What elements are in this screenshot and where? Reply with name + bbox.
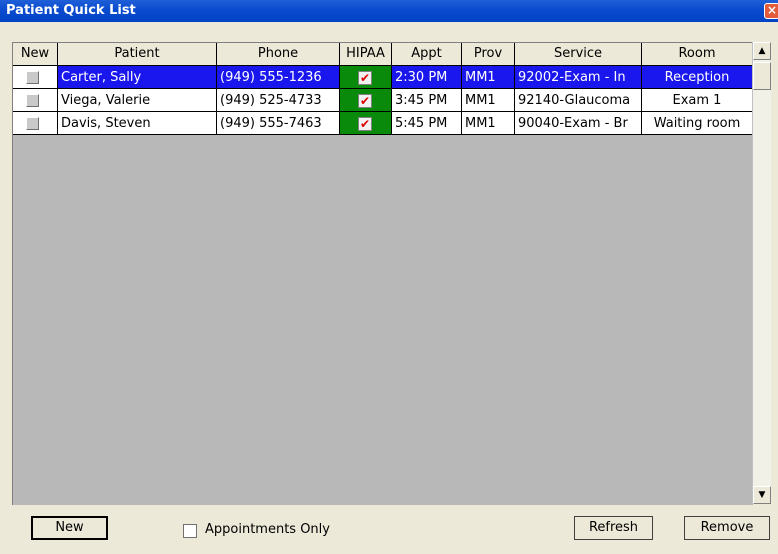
window-title: Patient Quick List: [6, 3, 136, 18]
table-row[interactable]: Davis, Steven (949) 555-7463 ✔ 5:45 PM M…: [13, 112, 753, 135]
col-header-appt[interactable]: Appt: [392, 43, 462, 65]
table-row[interactable]: Carter, Sally (949) 555-1236 ✔ 2:30 PM M…: [13, 66, 753, 89]
appt-cell[interactable]: 2:30 PM: [392, 66, 462, 89]
new-checkbox[interactable]: [26, 71, 39, 84]
patient-cell[interactable]: Carter, Sally: [58, 66, 217, 89]
chevron-up-icon: ▲: [758, 46, 766, 56]
new-checkbox[interactable]: [26, 94, 39, 107]
new-button[interactable]: New: [31, 516, 108, 540]
room-cell[interactable]: Exam 1: [642, 89, 753, 112]
hipaa-check-icon: ✔: [358, 94, 372, 108]
col-header-patient[interactable]: Patient: [58, 43, 217, 65]
new-checkbox[interactable]: [26, 117, 39, 130]
hipaa-check-icon: ✔: [358, 117, 372, 131]
prov-cell[interactable]: MM1: [462, 89, 515, 112]
scroll-down-button[interactable]: ▼: [753, 486, 771, 504]
col-header-phone[interactable]: Phone: [217, 43, 340, 65]
col-header-prov[interactable]: Prov: [462, 43, 515, 65]
col-header-hipaa[interactable]: HIPAA: [340, 43, 392, 65]
patient-cell[interactable]: Viega, Valerie: [58, 89, 217, 112]
col-header-service[interactable]: Service: [515, 43, 642, 65]
remove-button[interactable]: Remove: [684, 516, 770, 540]
room-cell[interactable]: Waiting room: [642, 112, 753, 135]
new-cell[interactable]: [13, 66, 58, 89]
service-cell[interactable]: 92140-Glaucoma: [515, 89, 642, 112]
prov-cell[interactable]: MM1: [462, 112, 515, 135]
patient-list: New Patient Phone HIPAA Appt Prov Servic…: [12, 42, 753, 505]
title-bar: Patient Quick List ×: [0, 0, 778, 22]
phone-cell[interactable]: (949) 555-1236: [217, 66, 340, 89]
patient-cell[interactable]: Davis, Steven: [58, 112, 217, 135]
hipaa-cell[interactable]: ✔: [340, 112, 392, 135]
service-cell[interactable]: 92002-Exam - In: [515, 66, 642, 89]
refresh-button[interactable]: Refresh: [574, 516, 653, 540]
appointments-only-checkbox[interactable]: [183, 524, 197, 538]
vertical-scrollbar[interactable]: ▲ ▼: [752, 42, 771, 504]
table-header: New Patient Phone HIPAA Appt Prov Servic…: [13, 43, 753, 66]
new-cell[interactable]: [13, 112, 58, 135]
close-button[interactable]: ×: [764, 3, 778, 19]
appointments-only-label: Appointments Only: [205, 522, 330, 537]
col-header-new[interactable]: New: [13, 43, 58, 65]
room-cell[interactable]: Reception: [642, 66, 753, 89]
appt-cell[interactable]: 5:45 PM: [392, 112, 462, 135]
service-cell[interactable]: 90040-Exam - Br: [515, 112, 642, 135]
appt-cell[interactable]: 3:45 PM: [392, 89, 462, 112]
scroll-up-button[interactable]: ▲: [753, 42, 771, 60]
new-cell[interactable]: [13, 89, 58, 112]
hipaa-cell[interactable]: ✔: [340, 66, 392, 89]
table-row[interactable]: Viega, Valerie (949) 525-4733 ✔ 3:45 PM …: [13, 89, 753, 112]
phone-cell[interactable]: (949) 525-4733: [217, 89, 340, 112]
chevron-down-icon: ▼: [758, 490, 766, 500]
hipaa-cell[interactable]: ✔: [340, 89, 392, 112]
phone-cell[interactable]: (949) 555-7463: [217, 112, 340, 135]
hipaa-check-icon: ✔: [358, 71, 372, 85]
close-icon: ×: [766, 3, 778, 17]
prov-cell[interactable]: MM1: [462, 66, 515, 89]
scroll-thumb[interactable]: [753, 62, 771, 90]
col-header-room[interactable]: Room: [642, 43, 753, 65]
